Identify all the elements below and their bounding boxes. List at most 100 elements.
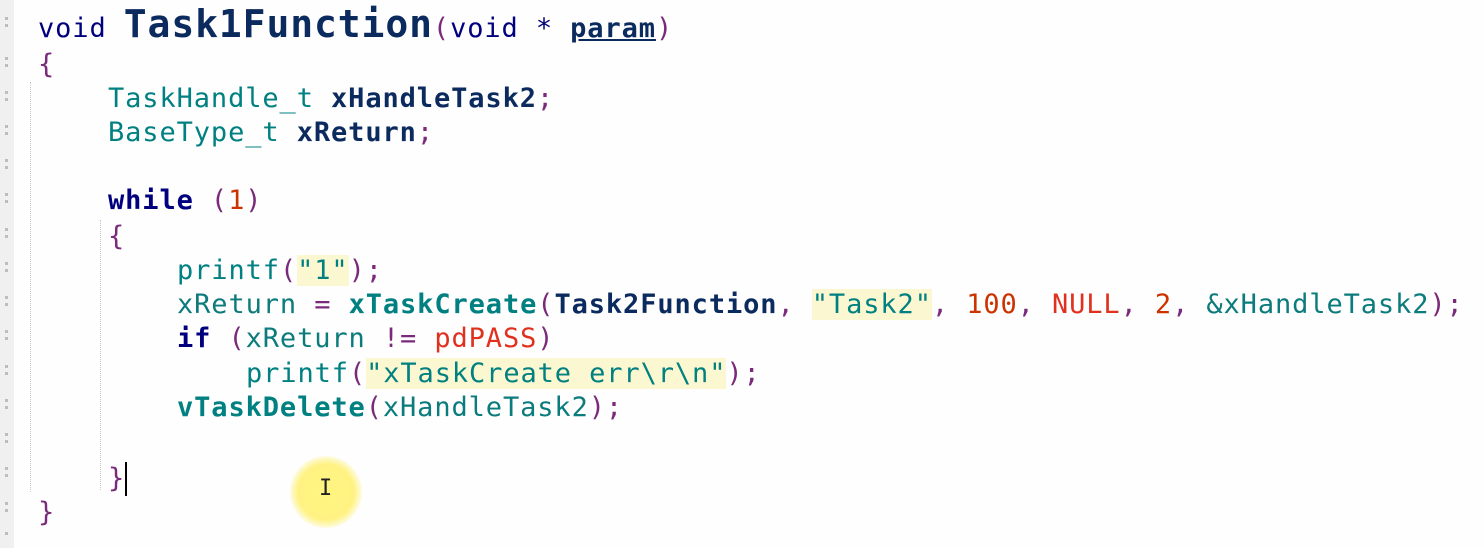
variable-ref: xReturn xyxy=(245,323,366,354)
code-line-6[interactable]: while (1) xyxy=(108,184,262,218)
code-line-2[interactable]: { xyxy=(38,48,55,82)
variable-name: xReturn xyxy=(296,117,417,148)
code-line-14[interactable]: } xyxy=(108,462,125,496)
paren-close: ) xyxy=(537,323,555,354)
constant-pdpass: pdPASS xyxy=(434,323,538,354)
code-line-1[interactable]: void Task1Function(void * param) xyxy=(38,4,673,44)
gutter-marker xyxy=(5,365,8,368)
gutter-marker xyxy=(5,269,8,272)
indent-guide xyxy=(30,82,31,492)
string-literal: "1" xyxy=(297,255,349,286)
function-call: printf xyxy=(177,255,280,286)
string-literal: "Task2" xyxy=(811,289,932,320)
address-of-variable: &xHandleTask2 xyxy=(1206,289,1430,320)
operator-assign: = xyxy=(297,289,349,320)
number-literal: 2 xyxy=(1154,289,1173,320)
comma: , xyxy=(1172,289,1207,320)
gutter-marker xyxy=(5,509,8,512)
gutter-marker xyxy=(5,193,8,196)
code-line-12[interactable]: vTaskDelete(xHandleTask2); xyxy=(177,391,623,425)
paren-open: ( xyxy=(211,323,246,354)
paren-close: ) xyxy=(245,185,263,216)
gutter-marker xyxy=(5,64,8,67)
paren-open: ( xyxy=(279,255,298,286)
gutter-marker xyxy=(5,98,8,101)
function-call: xTaskCreate xyxy=(348,289,538,320)
gutter-marker xyxy=(5,235,8,238)
gutter-marker xyxy=(5,440,8,443)
code-line-11[interactable]: printf("xTaskCreate err\r\n"); xyxy=(246,357,761,391)
paren-open: ( xyxy=(193,185,229,216)
gutter-marker xyxy=(5,17,8,20)
gutter-marker xyxy=(5,24,8,27)
gutter-marker xyxy=(5,296,8,299)
function-call: vTaskDelete xyxy=(177,392,366,423)
gutter-marker xyxy=(5,406,8,409)
brace-open: { xyxy=(108,221,126,252)
argument-variable: xHandleTask2 xyxy=(382,392,589,423)
code-line-8[interactable]: printf("1"); xyxy=(177,254,383,288)
indent-guide xyxy=(100,220,101,490)
variable-name: xHandleTask2 xyxy=(331,83,537,114)
gutter-marker xyxy=(5,57,8,60)
paren-close: ); xyxy=(348,255,383,286)
code-line-3[interactable]: TaskHandle_t xHandleTask2; xyxy=(108,82,554,116)
paren-open: ( xyxy=(365,392,383,423)
function-name: Task1Function xyxy=(123,2,433,46)
type-name: BaseType_t xyxy=(108,117,280,148)
variable-ref: xReturn xyxy=(177,289,298,320)
code-line-7[interactable]: { xyxy=(108,220,125,254)
keyword-void: void xyxy=(38,13,107,44)
paren-close: ); xyxy=(1429,289,1464,320)
paren-close: ); xyxy=(726,358,761,389)
comma: , xyxy=(1120,289,1155,320)
code-line-10[interactable]: if (xReturn != pdPASS) xyxy=(177,322,554,356)
paren-close: ); xyxy=(588,392,624,423)
gutter-marker xyxy=(5,532,8,535)
paren-close: ) xyxy=(655,13,674,44)
gutter-marker xyxy=(5,200,8,203)
function-call: printf xyxy=(246,358,349,389)
gutter-marker xyxy=(5,399,8,402)
string-literal: "xTaskCreate err\r\n" xyxy=(366,358,727,389)
gutter-marker xyxy=(5,166,8,169)
text-cursor-icon: I xyxy=(319,476,334,501)
gutter-marker xyxy=(5,433,8,436)
param-name: param xyxy=(570,13,656,44)
keyword-if: if xyxy=(177,323,212,354)
comma: , xyxy=(777,289,812,320)
gutter-marker xyxy=(5,262,8,265)
type-name: TaskHandle_t xyxy=(108,83,314,114)
gutter-marker xyxy=(5,467,8,470)
gutter-marker xyxy=(5,502,8,505)
keyword-void-param: void xyxy=(450,13,519,44)
code-line-15[interactable]: } xyxy=(38,496,55,530)
constant-null: NULL xyxy=(1051,289,1121,320)
brace-close: } xyxy=(38,497,56,528)
gutter-marker xyxy=(5,132,8,135)
gutter-marker xyxy=(5,330,8,333)
editor-gutter[interactable] xyxy=(0,0,14,548)
paren-open: ( xyxy=(348,358,367,389)
keyword-while: while xyxy=(108,185,194,216)
text-caret xyxy=(125,462,127,496)
gutter-marker xyxy=(5,372,8,375)
gutter-marker xyxy=(5,228,8,231)
gutter-marker xyxy=(5,303,8,306)
gutter-marker xyxy=(5,474,8,477)
code-line-9[interactable]: xReturn = xTaskCreate(Task2Function, "Ta… xyxy=(177,288,1464,322)
semicolon: ; xyxy=(536,83,555,114)
gutter-marker xyxy=(5,337,8,340)
comma: , xyxy=(931,289,967,320)
brace-close: } xyxy=(108,463,126,494)
gutter-marker xyxy=(5,159,8,162)
code-editor[interactable]: void Task1Function(void * param) { TaskH… xyxy=(0,0,1484,548)
comma: , xyxy=(1017,289,1052,320)
operator-not-equal: != xyxy=(365,323,435,354)
paren-open: ( xyxy=(432,13,451,44)
gutter-marker xyxy=(5,125,8,128)
argument-function: Task2Function xyxy=(554,289,778,320)
code-line-4[interactable]: BaseType_t xReturn; xyxy=(108,116,434,150)
number-literal: 100 xyxy=(966,289,1018,320)
gutter-marker xyxy=(5,91,8,94)
